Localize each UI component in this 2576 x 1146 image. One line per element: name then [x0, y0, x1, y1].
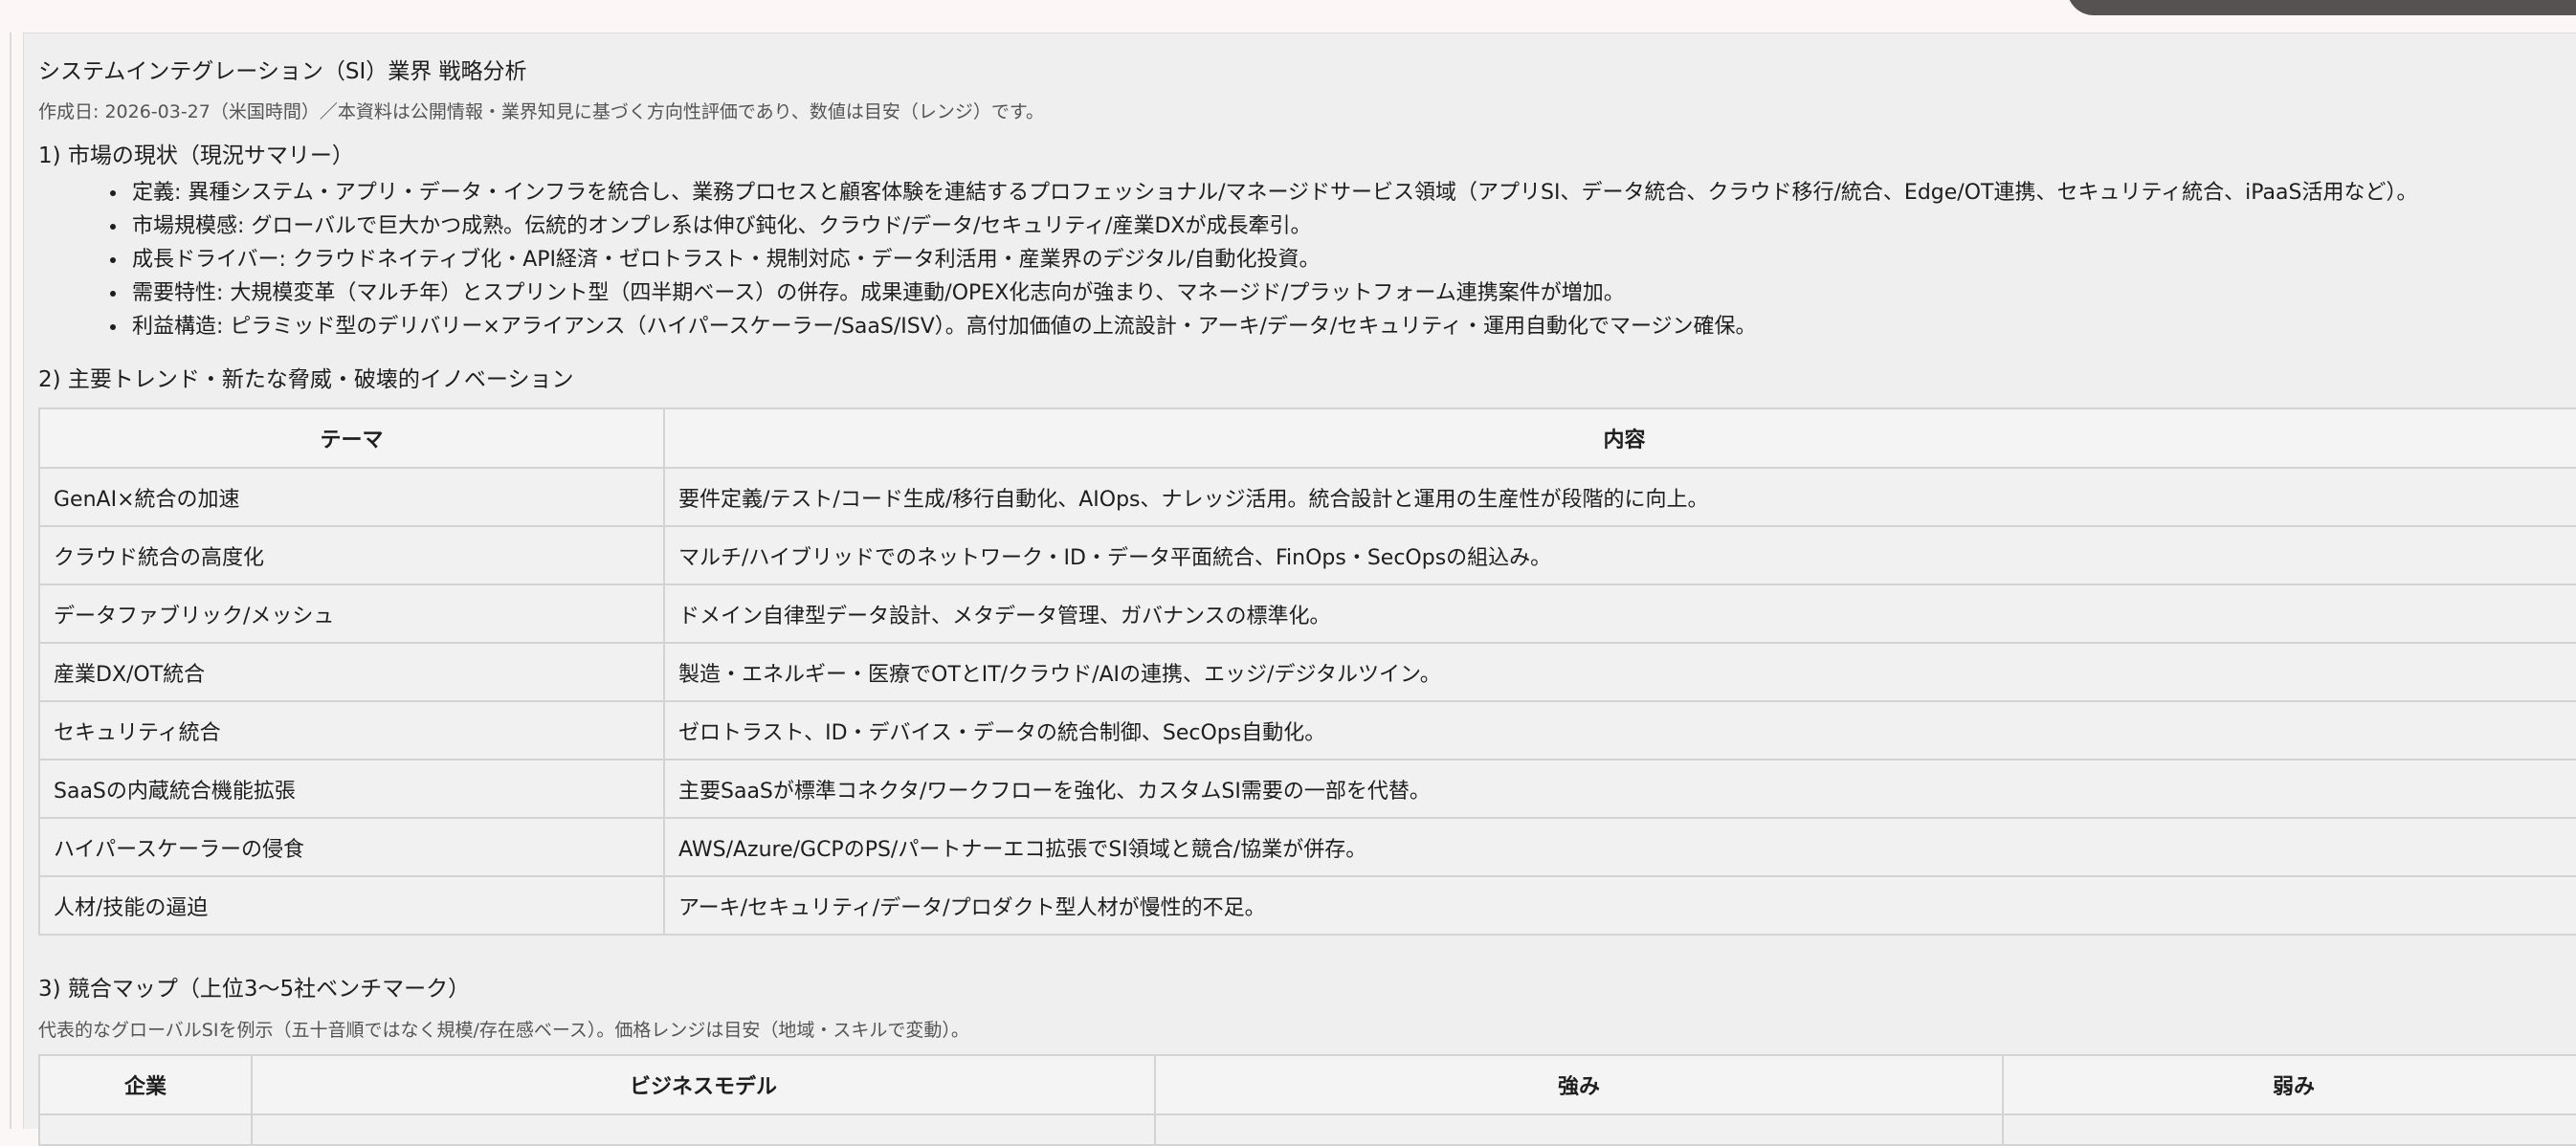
list-item: 定義: 異種システム・アプリ・データ・インフラを統合し、業務プロセスと顧客体験を… — [128, 176, 2545, 209]
column-header-weaknesses: 弱み — [2002, 1054, 2576, 1115]
competitor-note: 代表的なグローバルSIを例示（五十音順ではなく規模/存在感ベース）。価格レンジは… — [38, 1020, 969, 1041]
theme-cell: クラウド統合の高度化 — [38, 525, 665, 585]
table-row: GenAI×統合の加速 要件定義/テスト/コード生成/移行自動化、AIOps、ナ… — [38, 467, 2576, 527]
table-row: 人材/技能の逼迫 アーキ/セキュリティ/データ/プロダクト型人材が慢性的不足。 — [38, 875, 2576, 936]
business-model-cell — [251, 1113, 1156, 1146]
theme-cell: ハイパースケーラーの侵食 — [38, 817, 665, 877]
column-header-content: 内容 — [663, 408, 2576, 469]
content-cell: 主要SaaSが標準コネクタ/ワークフローを強化、カスタムSI需要の一部を代替。 — [663, 759, 2576, 819]
column-header-theme: テーマ — [38, 408, 665, 469]
competitor-table: 企業 ビジネスモデル 強み 弱み — [38, 1054, 2576, 1146]
column-header-company: 企業 — [38, 1054, 253, 1115]
list-item: 成長ドライバー: クラウドネイティブ化・API経済・ゼロトラスト・規制対応・デー… — [128, 243, 2545, 276]
table-header-row: テーマ 内容 — [38, 408, 2576, 469]
company-cell — [38, 1113, 253, 1146]
list-item: 需要特性: 大規模変革（マルチ年）とスプリント型（四半期ベース）の併存。成果連動… — [128, 276, 2545, 310]
section-heading-trends: 2) 主要トレンド・新たな脅威・破壊的イノベーション — [38, 367, 574, 392]
table-row — [38, 1113, 2576, 1146]
table-row: データファブリック/メッシュ ドメイン自律型データ設計、メタデータ管理、ガバナン… — [38, 584, 2576, 644]
theme-cell: SaaSの内蔵統合機能拡張 — [38, 759, 665, 819]
left-divider — [10, 33, 11, 1129]
trends-table: テーマ 内容 GenAI×統合の加速 要件定義/テスト/コード生成/移行自動化、… — [38, 408, 2576, 936]
content-cell: 製造・エネルギー・医療でOTとIT/クラウド/AIの連携、エッジ/デジタルツイン… — [663, 642, 2576, 702]
column-header-strengths: 強み — [1154, 1054, 2004, 1115]
list-item: 利益構造: ピラミッド型のデリバリー×アライアンス（ハイパースケーラー/SaaS… — [128, 310, 2545, 343]
column-header-business-model: ビジネスモデル — [251, 1054, 1156, 1115]
table-header-row: 企業 ビジネスモデル 強み 弱み — [38, 1054, 2576, 1115]
list-item: 市場規模感: グローバルで巨大かつ成熟。伝統的オンプレ系は伸び鈍化、クラウド/デ… — [128, 209, 2545, 243]
strengths-cell — [1154, 1113, 2004, 1146]
content-cell: アーキ/セキュリティ/データ/プロダクト型人材が慢性的不足。 — [663, 875, 2576, 936]
theme-cell: データファブリック/メッシュ — [38, 584, 665, 644]
table-row: SaaSの内蔵統合機能拡張 主要SaaSが標準コネクタ/ワークフローを強化、カス… — [38, 759, 2576, 819]
content-cell: AWS/Azure/GCPのPS/パートナーエコ拡張でSI領域と競合/協業が併存… — [663, 817, 2576, 877]
theme-cell: セキュリティ統合 — [38, 700, 665, 760]
table-row: セキュリティ統合 ゼロトラスト、ID・デバイス・データの統合制御、SecOps自… — [38, 700, 2576, 760]
theme-cell: 産業DX/OT統合 — [38, 642, 665, 702]
content-cell: 要件定義/テスト/コード生成/移行自動化、AIOps、ナレッジ活用。統合設計と運… — [663, 467, 2576, 527]
document-title: システムインテグレーション（SI）業界 戦略分析 — [38, 59, 527, 84]
table-row: 産業DX/OT統合 製造・エネルギー・医療でOTとIT/クラウド/AIの連携、エ… — [38, 642, 2576, 702]
weaknesses-cell — [2002, 1113, 2576, 1146]
content-cell: マルチ/ハイブリッドでのネットワーク・ID・データ平面統合、FinOps・Sec… — [663, 525, 2576, 585]
content-cell: ドメイン自律型データ設計、メタデータ管理、ガバナンスの標準化。 — [663, 584, 2576, 644]
theme-cell: 人材/技能の逼迫 — [38, 875, 665, 936]
content-cell: ゼロトラスト、ID・デバイス・データの統合制御、SecOps自動化。 — [663, 700, 2576, 760]
table-row: クラウド統合の高度化 マルチ/ハイブリッドでのネットワーク・ID・データ平面統合… — [38, 525, 2576, 585]
market-summary-list: 定義: 異種システム・アプリ・データ・インフラを統合し、業務プロセスと顧客体験を… — [38, 176, 2545, 343]
document-meta: 作成日: 2026-03-27（米国時間）／本資料は公開情報・業界知見に基づく方… — [38, 101, 1045, 122]
section-heading-competitors: 3) 競合マップ（上位3〜5社ベンチマーク） — [38, 977, 471, 1002]
window-control-pill[interactable] — [2067, 0, 2576, 15]
table-row: ハイパースケーラーの侵食 AWS/Azure/GCPのPS/パートナーエコ拡張で… — [38, 817, 2576, 877]
theme-cell: GenAI×統合の加速 — [38, 467, 665, 527]
section-heading-market: 1) 市場の現状（現況サマリー） — [38, 143, 354, 168]
